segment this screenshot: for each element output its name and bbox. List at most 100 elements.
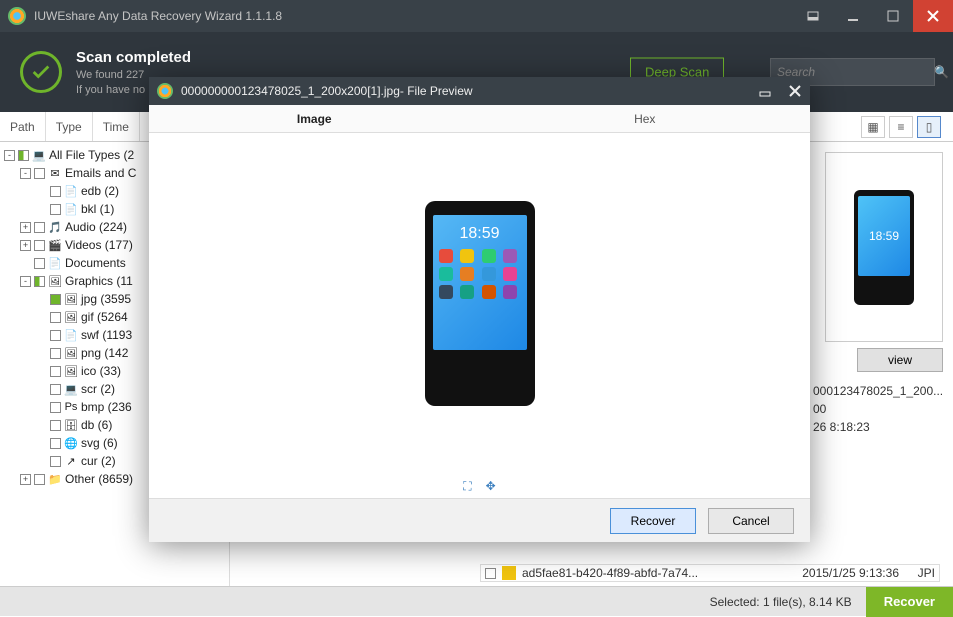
tree-checkbox[interactable] bbox=[18, 150, 29, 161]
detail-date: 26 8:18:23 bbox=[813, 418, 943, 436]
tree-checkbox[interactable] bbox=[50, 312, 61, 323]
row-date: 2015/1/25 9:13:36 bbox=[802, 566, 899, 580]
modal-recover-button[interactable]: Recover bbox=[610, 508, 696, 534]
tree-icon: 🖼 bbox=[64, 364, 78, 378]
view-grid-icon[interactable]: ▦ bbox=[861, 116, 885, 138]
app-logo-icon bbox=[8, 7, 26, 25]
modal-cancel-button[interactable]: Cancel bbox=[708, 508, 794, 534]
col-path[interactable]: Path bbox=[0, 112, 46, 141]
tree-label: Emails and C bbox=[65, 166, 136, 180]
tree-checkbox[interactable] bbox=[34, 168, 45, 179]
row-name: ad5fae81-b420-4f89-abfd-7a74... bbox=[522, 566, 796, 580]
expand-icon[interactable]: - bbox=[20, 168, 31, 179]
tree-checkbox[interactable] bbox=[34, 222, 45, 233]
preview-modal: 000000000123478025_1_200x200[1].jpg- Fil… bbox=[149, 77, 810, 542]
view-list-icon[interactable]: ≡ bbox=[889, 116, 913, 138]
row-checkbox[interactable] bbox=[485, 568, 496, 579]
check-icon bbox=[20, 51, 62, 93]
maximize-button[interactable] bbox=[873, 0, 913, 32]
tree-checkbox[interactable] bbox=[50, 204, 61, 215]
expand-icon[interactable]: + bbox=[20, 474, 31, 485]
tree-label: Videos (177) bbox=[65, 238, 133, 252]
preview-button[interactable]: view bbox=[857, 348, 943, 372]
selection-status: Selected: 1 file(s), 8.14 KB bbox=[710, 595, 852, 609]
tab-hex[interactable]: Hex bbox=[480, 105, 811, 132]
minimize-button[interactable] bbox=[833, 0, 873, 32]
tree-checkbox[interactable] bbox=[34, 474, 45, 485]
col-time[interactable]: Time bbox=[93, 112, 140, 141]
tree-label: bmp (236 bbox=[81, 400, 132, 414]
expand-icon[interactable]: - bbox=[4, 150, 15, 161]
tree-checkbox[interactable] bbox=[50, 420, 61, 431]
tree-label: All File Types (2 bbox=[49, 148, 134, 162]
tree-icon: 📄 bbox=[64, 328, 78, 342]
tree-checkbox[interactable] bbox=[50, 384, 61, 395]
tree-icon: 🗄 bbox=[64, 418, 78, 432]
tree-icon: 🎵 bbox=[48, 220, 62, 234]
tree-checkbox[interactable] bbox=[50, 402, 61, 413]
row-type: JPI bbox=[905, 566, 935, 580]
tree-label: swf (1193 bbox=[81, 328, 132, 342]
tree-checkbox[interactable] bbox=[50, 330, 61, 341]
view-detail-icon[interactable]: ▯ bbox=[917, 116, 941, 138]
phone-icon: 18:59 bbox=[854, 190, 914, 305]
tree-checkbox[interactable] bbox=[50, 294, 61, 305]
close-button[interactable] bbox=[913, 0, 953, 32]
tree-icon: Ps bbox=[64, 400, 78, 414]
tree-checkbox[interactable] bbox=[34, 258, 45, 269]
modal-minimize-button[interactable] bbox=[750, 77, 780, 105]
tree-checkbox[interactable] bbox=[34, 276, 45, 287]
file-row[interactable]: ad5fae81-b420-4f89-abfd-7a74... 2015/1/2… bbox=[480, 564, 940, 582]
tree-checkbox[interactable] bbox=[34, 240, 45, 251]
tree-icon: 📄 bbox=[48, 256, 62, 270]
tree-label: db (6) bbox=[81, 418, 112, 432]
tree-icon: ✉ bbox=[48, 166, 62, 180]
tree-label: bkl (1) bbox=[81, 202, 114, 216]
file-icon bbox=[502, 566, 516, 580]
tree-icon: 📄 bbox=[64, 202, 78, 216]
preview-image: 18:59 bbox=[425, 201, 535, 406]
tree-checkbox[interactable] bbox=[50, 186, 61, 197]
tree-label: svg (6) bbox=[81, 436, 118, 450]
detail-size: 00 bbox=[813, 400, 943, 418]
tree-label: Audio (224) bbox=[65, 220, 127, 234]
col-type[interactable]: Type bbox=[46, 112, 93, 141]
expand-icon[interactable]: + bbox=[20, 240, 31, 251]
app-title: IUWEshare Any Data Recovery Wizard 1.1.1… bbox=[34, 9, 793, 23]
modal-title: 000000000123478025_1_200x200[1].jpg- Fil… bbox=[181, 84, 750, 98]
tree-icon: ↗ bbox=[64, 454, 78, 468]
tree-icon: 📄 bbox=[64, 184, 78, 198]
fit-icon[interactable]: ⛶ bbox=[463, 479, 471, 494]
modal-close-button[interactable] bbox=[780, 77, 810, 105]
tree-label: gif (5264 bbox=[81, 310, 128, 324]
tree-icon: 🎬 bbox=[48, 238, 62, 252]
recover-button[interactable]: Recover bbox=[866, 587, 953, 617]
tree-label: Graphics (11 bbox=[65, 274, 133, 288]
tree-icon: 🌐 bbox=[64, 436, 78, 450]
tree-checkbox[interactable] bbox=[50, 348, 61, 359]
tab-image[interactable]: Image bbox=[149, 105, 480, 132]
tree-icon: 🖼 bbox=[64, 310, 78, 324]
search-icon[interactable]: 🔍 bbox=[934, 65, 949, 79]
modal-logo-icon bbox=[157, 83, 173, 99]
tree-label: cur (2) bbox=[81, 454, 116, 468]
tree-icon: 🖼 bbox=[64, 292, 78, 306]
tree-checkbox[interactable] bbox=[50, 438, 61, 449]
detail-filename: 000123478025_1_200... bbox=[813, 382, 943, 400]
tree-icon: 💻 bbox=[64, 382, 78, 396]
tree-icon: 🖼 bbox=[64, 346, 78, 360]
status-bar: Selected: 1 file(s), 8.14 KB Recover bbox=[0, 586, 953, 616]
tree-icon: 💻 bbox=[32, 148, 46, 162]
tree-icon: 🖼 bbox=[48, 274, 62, 288]
expand-icon[interactable]: + bbox=[20, 222, 31, 233]
tree-label: Documents bbox=[65, 256, 126, 270]
tree-checkbox[interactable] bbox=[50, 366, 61, 377]
tree-label: Other (8659) bbox=[65, 472, 133, 486]
actual-size-icon[interactable]: ✥ bbox=[486, 479, 496, 493]
tree-checkbox[interactable] bbox=[50, 456, 61, 467]
phone-clock: 18:59 bbox=[459, 225, 499, 243]
expand-icon[interactable]: - bbox=[20, 276, 31, 287]
tree-label: png (142 bbox=[81, 346, 128, 360]
tree-label: scr (2) bbox=[81, 382, 115, 396]
tray-button[interactable] bbox=[793, 0, 833, 32]
